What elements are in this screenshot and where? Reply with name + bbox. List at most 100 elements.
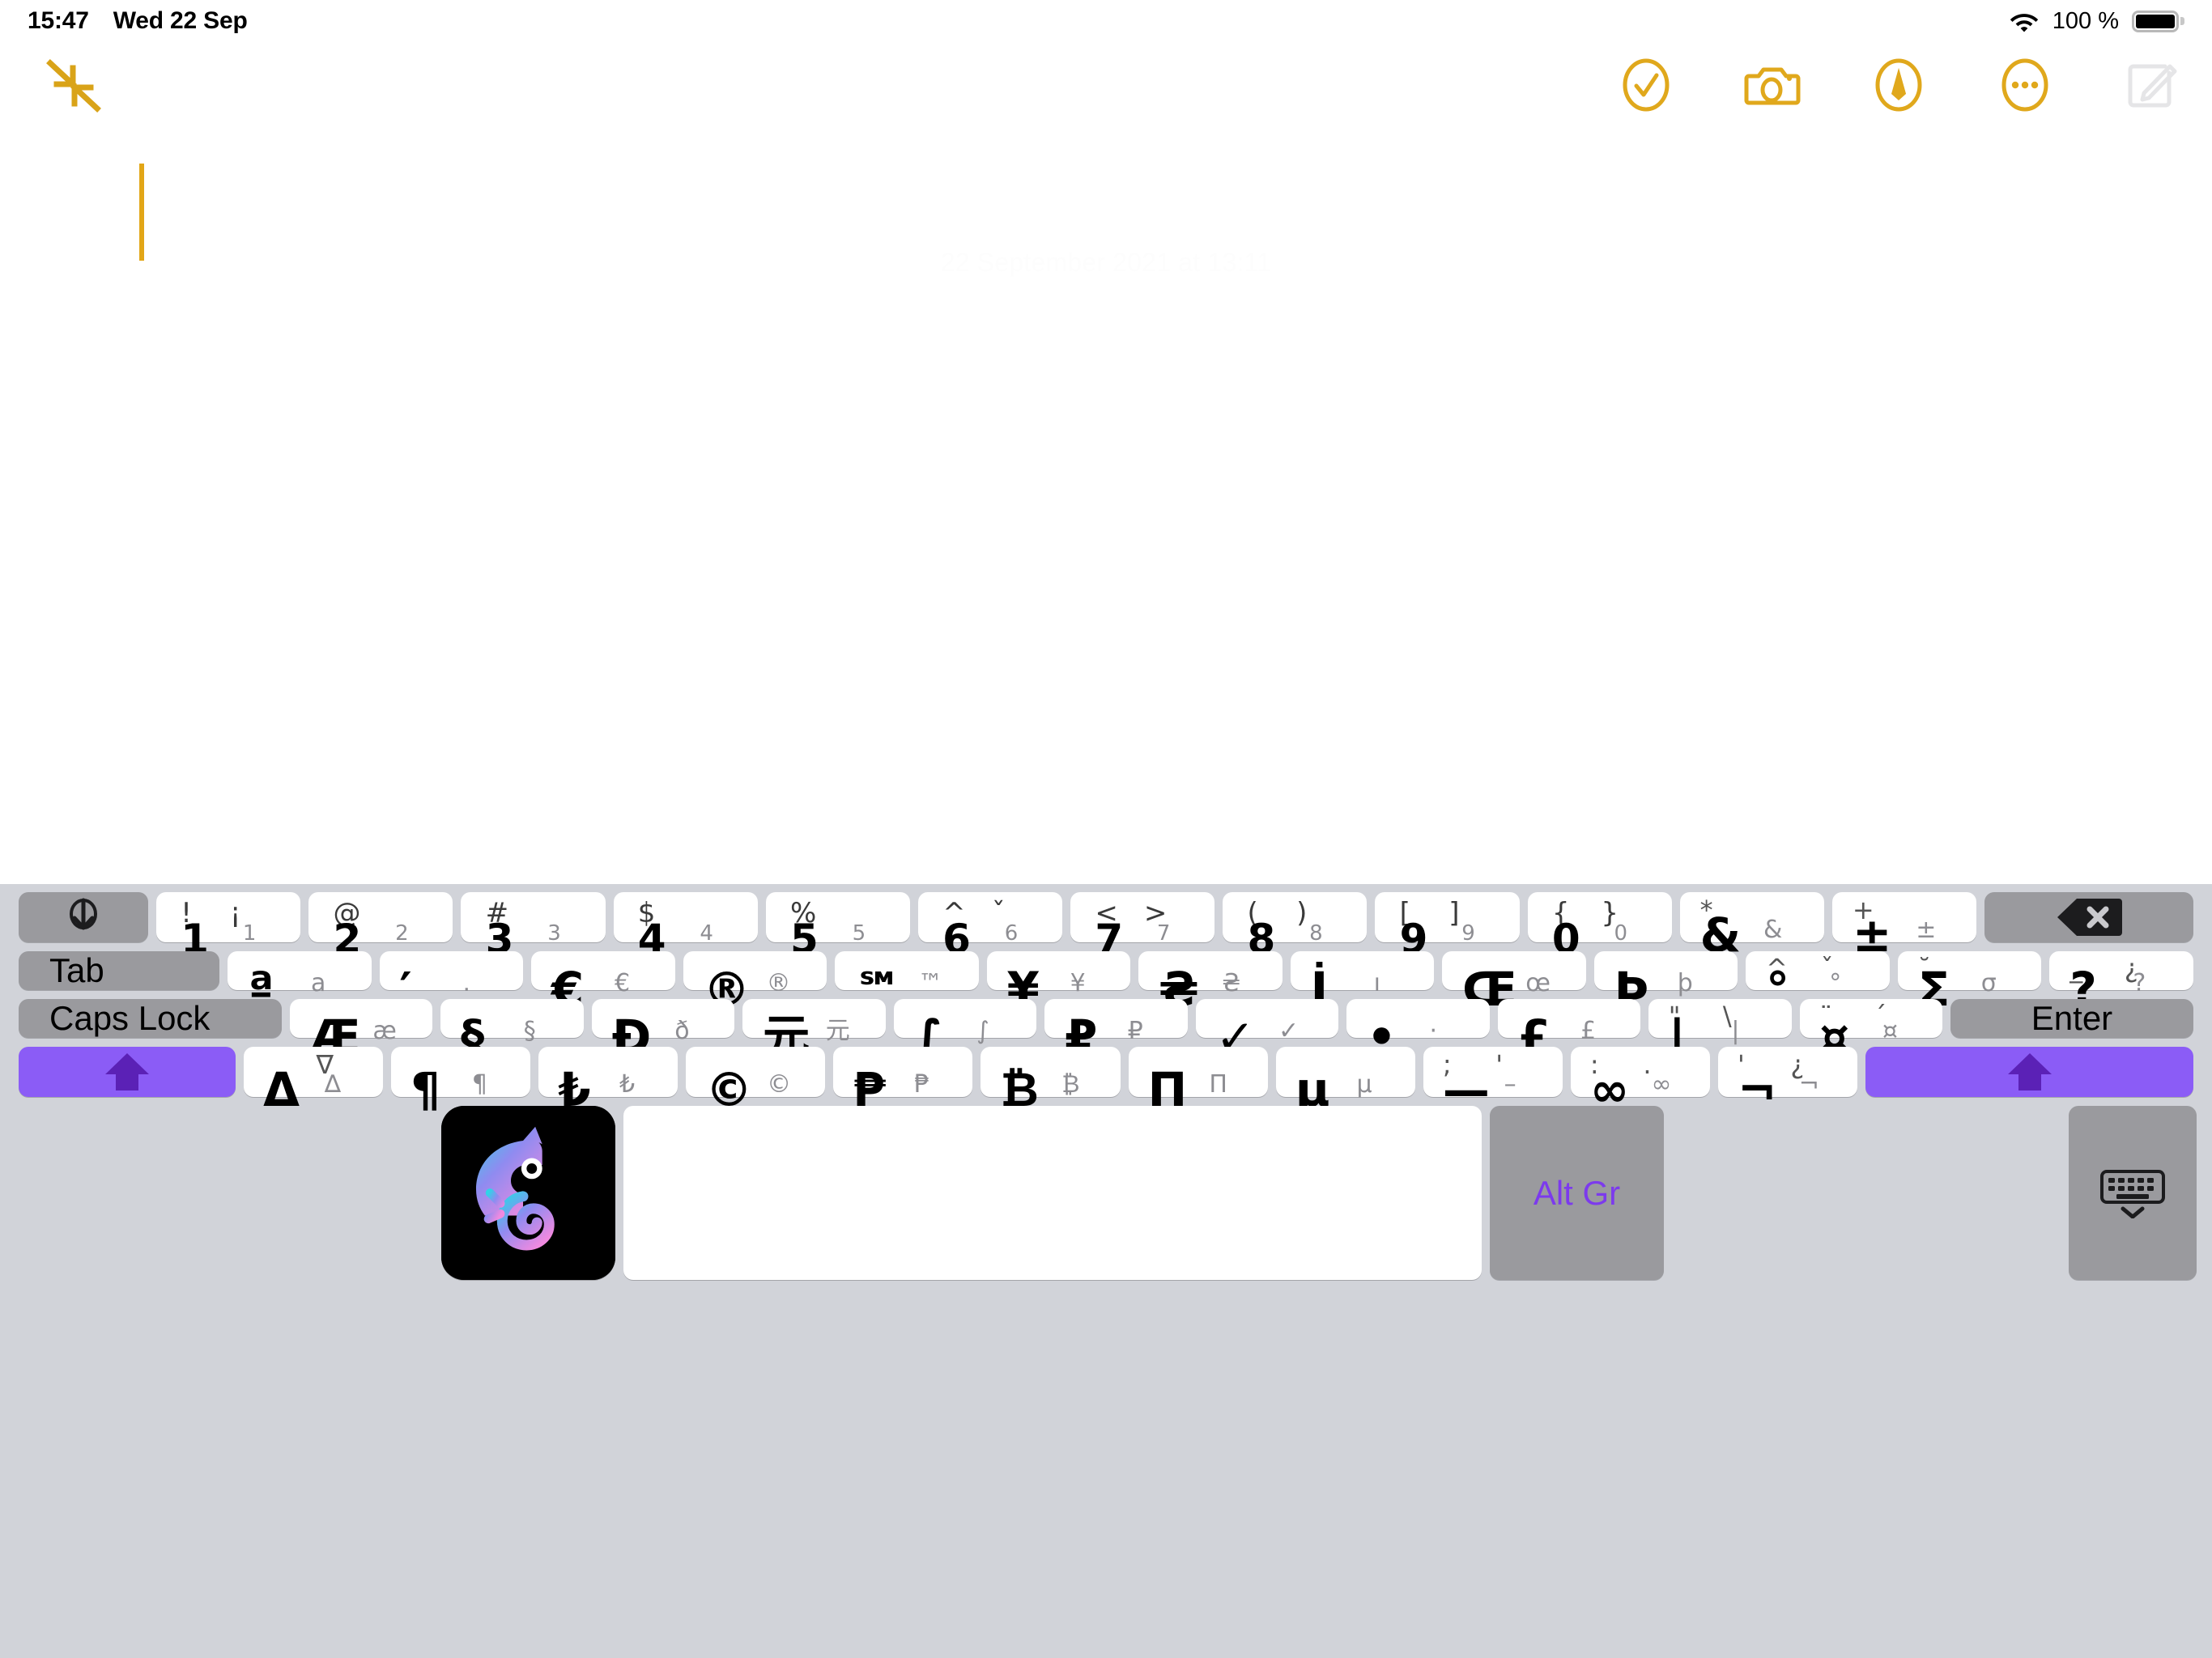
key-sigma[interactable]: ˘ Σ σ (1897, 951, 2042, 1013)
key-servicemark[interactable]: ℠ ™ (835, 951, 979, 1013)
key-yen[interactable]: ¥ ¥ (986, 951, 1131, 1013)
key-ruble[interactable]: ₽ ₽ (1044, 999, 1188, 1061)
key-alt-glyph: ° (1829, 968, 1842, 997)
key-thorn[interactable]: Þ þ (1593, 951, 1738, 1013)
key-alt-glyph: . (462, 968, 471, 997)
key-degree[interactable]: ^ ˇ ° ° (1746, 951, 1890, 1013)
key-pipe[interactable]: " \ | | (1648, 999, 1792, 1061)
tab-key-label: Tab (49, 951, 104, 989)
key-0[interactable]: { } 0 0 (1527, 892, 1672, 959)
note-editor[interactable]: 22 September 2021 at 13:11 (0, 131, 2212, 884)
key-8[interactable]: ( ) 8 8 (1223, 892, 1368, 959)
delete-backward-icon (1984, 892, 2193, 942)
camera-button[interactable] (1742, 55, 1802, 115)
key-alt-glyph: © (767, 1070, 792, 1099)
status-bar-right: 100 % (2009, 8, 2184, 35)
key-euro[interactable]: € € (531, 951, 675, 1013)
space-key[interactable] (623, 1106, 1482, 1280)
key-altshift-glyph: ˇ (991, 896, 1006, 929)
key-checkmark[interactable]: ✓ ✓ (1195, 999, 1339, 1061)
key-section[interactable]: § § (440, 999, 584, 1061)
key-alt-glyph: a (310, 968, 326, 997)
alt-gr-key[interactable]: Alt Gr (1490, 1106, 1664, 1280)
ellipsis-circle-icon (2001, 58, 2048, 112)
key-registered[interactable]: ® ® (683, 951, 827, 1013)
key-hryvnia[interactable]: ₴ ₴ (1138, 951, 1283, 1013)
key-emdash[interactable]: ; ' — – (1423, 1047, 1563, 1113)
enter-key[interactable]: Enter (1950, 999, 2193, 1038)
markup-button[interactable] (1869, 55, 1929, 115)
key-pound[interactable]: £ £ (1497, 999, 1641, 1061)
key-bitcoin[interactable]: ₿ ₿ (981, 1047, 1121, 1113)
key-ordinal-a[interactable]: ª a (228, 951, 372, 1013)
key-alt-glyph: ? (2133, 968, 2146, 997)
key-bullet[interactable]: • · (1346, 999, 1490, 1061)
key-1[interactable]: ! ¡ 1 1 (156, 892, 301, 959)
key-alt-glyph: µ (1356, 1070, 1372, 1099)
key-alt-glyph: ∆ (324, 1070, 341, 1099)
key-lira[interactable]: ₺ ₺ (538, 1047, 678, 1113)
bottom-row-right-spacer (1672, 1106, 2061, 1280)
compose-button[interactable] (2121, 55, 2181, 115)
key-4[interactable]: $ 4 4 (613, 892, 758, 959)
key-altshift-glyph: ¡ (229, 896, 241, 929)
key-pi-capital[interactable]: Π Π (1128, 1047, 1268, 1113)
hide-keyboard-key[interactable] (2069, 1106, 2197, 1280)
key-alt-glyph: § (523, 1016, 536, 1045)
key-prime[interactable]: ′ . (379, 951, 524, 1013)
key-not-sign[interactable]: ' ¿ ¬ ¬ (1717, 1047, 1858, 1113)
key-ae-ligature[interactable]: Æ æ (290, 999, 433, 1061)
key-2[interactable]: @ 2 2 (308, 892, 453, 959)
delete-key[interactable] (1984, 892, 2194, 942)
key-yuan[interactable]: 元 元 (742, 999, 886, 1061)
checklist-button[interactable] (1616, 55, 1676, 115)
key-pilcrow[interactable]: ¶ ¶ (391, 1047, 531, 1113)
key-copyright[interactable]: © © (686, 1047, 826, 1113)
key-alt-glyph: ₿ (1061, 1070, 1080, 1099)
keyboard-row-numbers: ! ¡ 1 1 @ 2 2 # 3 3 $ 4 4 % 5 5 ^ ˇ 6 6 … (15, 892, 2197, 959)
key-alt-glyph: 5 (852, 920, 866, 946)
key-plusminus[interactable]: + ± ± (1831, 892, 1977, 959)
keyboard-row-space: Alt Gr (15, 1106, 2197, 1280)
key-altshift-glyph: \ (1722, 1000, 1732, 1031)
key-alt-glyph: · (1429, 1016, 1438, 1045)
key-altshift-glyph: . (1643, 1049, 1652, 1081)
more-button[interactable] (1995, 55, 2055, 115)
key-7[interactable]: < > 7 7 (1070, 892, 1215, 959)
key-alt-glyph: 2 (395, 920, 409, 946)
key-dotted-i[interactable]: İ ı (1290, 951, 1435, 1013)
key-peso[interactable]: ₱ ₱ (833, 1047, 973, 1113)
key-eth[interactable]: Đ ð (591, 999, 735, 1061)
status-time: 15:47 (28, 7, 89, 34)
globe-key[interactable] (19, 892, 148, 942)
tab-key[interactable]: Tab (19, 951, 219, 990)
caps-lock-key-label: Caps Lock (49, 999, 211, 1037)
key-6[interactable]: ^ ˇ 6 6 (917, 892, 1063, 959)
key-alt-glyph: ¬ (1798, 1070, 1819, 1099)
note-toolbar (0, 42, 2212, 131)
key-currency[interactable]: ¨ ´ ¤ ¤ (1799, 999, 1942, 1061)
key-alt-glyph: 6 (1004, 920, 1019, 946)
key-mu[interactable]: μ µ (1275, 1047, 1415, 1113)
key-3[interactable]: # 3 3 (461, 892, 606, 959)
key-alt-glyph: 1 (242, 920, 257, 946)
key-question[interactable]: _ ¿ ? ? (2049, 951, 2193, 1013)
shift-key-left[interactable] (19, 1047, 236, 1097)
shift-key-right[interactable] (1865, 1047, 2194, 1097)
key-ampersand[interactable]: * & & (1679, 892, 1824, 959)
key-integral[interactable]: ∫ ∫ (893, 999, 1037, 1061)
keyboard-row-shift: ∇ Δ ∆ ¶ ¶ ₺ ₺ © © ₱ ₱ ₿ ₿ Π Π μ µ ; ' — … (15, 1047, 2197, 1113)
key-oe-ligature[interactable]: Œ œ (1442, 951, 1586, 1013)
key-5[interactable]: % 5 5 (765, 892, 910, 959)
key-infinity[interactable]: : . ∞ ∞ (1570, 1047, 1710, 1113)
key-alt-glyph: σ (1980, 968, 1997, 997)
key-altshift-glyph: ] (1448, 896, 1460, 929)
key-alt-glyph: œ (1525, 968, 1551, 997)
collapse-note-button[interactable] (39, 53, 108, 118)
key-9[interactable]: [ ] 9 9 (1375, 892, 1520, 959)
caps-lock-key[interactable]: Caps Lock (19, 999, 282, 1038)
key-delta[interactable]: ∇ Δ ∆ (244, 1047, 384, 1113)
markup-pen-circle-icon (1875, 58, 1922, 112)
chameleon-app-button[interactable] (441, 1106, 615, 1280)
key-alt-glyph: ∞ (1651, 1070, 1672, 1099)
